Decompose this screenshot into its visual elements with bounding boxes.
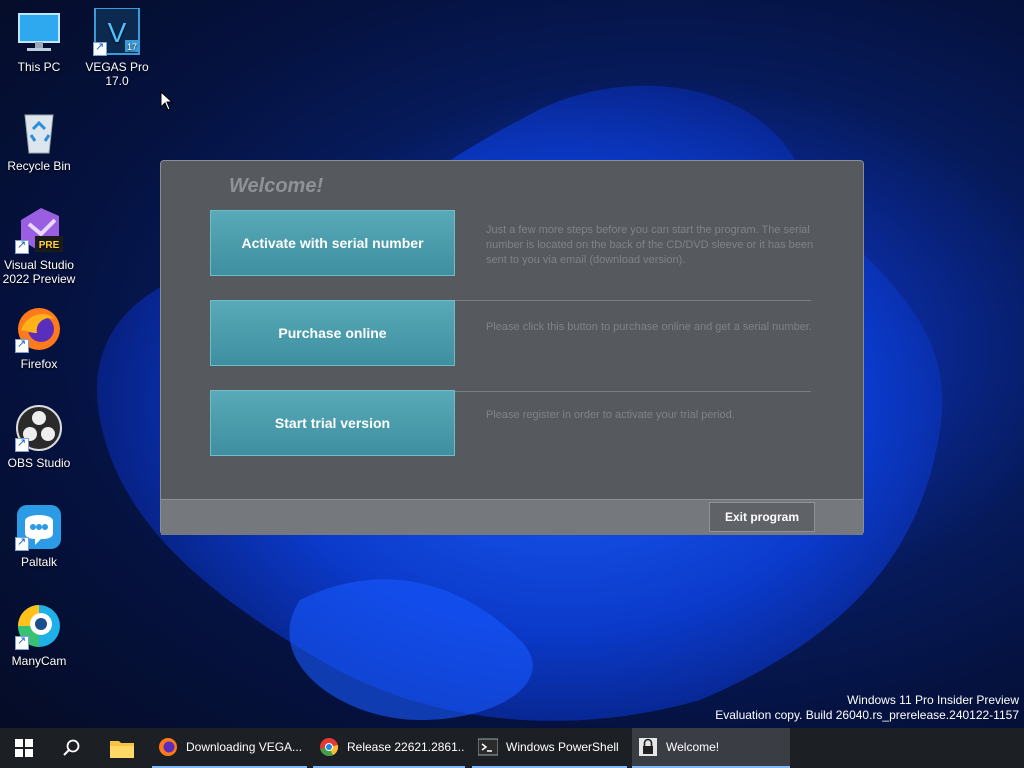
desktop-icon-label: ManyCam xyxy=(11,654,67,668)
windows-watermark: Windows 11 Pro Insider Preview Evaluatio… xyxy=(715,693,1019,723)
watermark-build: Evaluation copy. Build 26040.rs_prerelea… xyxy=(715,708,1019,722)
lock-icon xyxy=(639,738,657,756)
purchase-online-button[interactable]: Purchase online xyxy=(210,300,455,366)
mouse-cursor-icon xyxy=(160,91,174,111)
exit-program-button[interactable]: Exit program xyxy=(709,502,815,532)
taskbar: Downloading VEGA... Release 22621.2861..… xyxy=(0,728,1024,768)
taskbar-app-label: Windows PowerShell xyxy=(506,740,619,754)
desktop-icon-label: VEGAS Pro 17.0 xyxy=(85,60,149,88)
activate-description: Just a few more steps before you can sta… xyxy=(486,224,814,266)
desktop-icon-firefox[interactable]: Firefox xyxy=(0,305,78,371)
paltalk-icon xyxy=(15,503,63,551)
manycam-icon xyxy=(15,602,63,650)
visual-studio-icon: PRE xyxy=(15,206,63,254)
firefox-icon xyxy=(15,305,63,353)
desktop-icon-vegas-pro[interactable]: V17 VEGAS Pro 17.0 xyxy=(78,7,156,88)
desktop-icon-this-pc[interactable]: This PC xyxy=(0,8,78,74)
recycle-bin-icon xyxy=(15,107,63,155)
desktop-icon-visual-studio[interactable]: PRE Visual Studio 2022 Preview xyxy=(0,206,78,286)
shortcut-arrow-icon xyxy=(15,238,29,254)
purchase-description: Please click this button to purchase onl… xyxy=(486,321,812,333)
start-button[interactable] xyxy=(0,728,48,768)
svg-text:PRE: PRE xyxy=(39,240,60,251)
desktop-icon-label: OBS Studio xyxy=(7,456,71,470)
monitor-icon xyxy=(15,8,63,56)
chrome-icon xyxy=(320,738,339,757)
activate-serial-button[interactable]: Activate with serial number xyxy=(210,210,455,276)
file-explorer-button[interactable] xyxy=(98,728,146,768)
taskbar-app-label: Welcome! xyxy=(666,740,720,754)
desktop-icon-label: Visual Studio 2022 Preview xyxy=(2,258,76,286)
shortcut-arrow-icon xyxy=(15,436,29,452)
divider xyxy=(455,391,811,392)
taskbar-app-chrome[interactable]: Release 22621.2861.... xyxy=(313,728,465,768)
desktop-icon-label: Firefox xyxy=(20,357,58,371)
start-trial-button[interactable]: Start trial version xyxy=(210,390,455,456)
desktop-icon-recycle-bin[interactable]: Recycle Bin xyxy=(0,107,78,173)
dialog-footer: Exit program xyxy=(161,499,863,535)
svg-text:V: V xyxy=(108,17,127,48)
welcome-dialog: Welcome! Activate with serial number Jus… xyxy=(160,160,864,535)
search-button[interactable] xyxy=(48,728,96,768)
taskbar-app-label: Downloading VEGA... xyxy=(186,740,303,754)
powershell-icon xyxy=(478,738,498,756)
taskbar-app-powershell[interactable]: Windows PowerShell xyxy=(472,728,627,768)
vegas-pro-icon: V 17 xyxy=(93,7,141,56)
desktop-icon-manycam[interactable]: ManyCam xyxy=(0,602,78,668)
desktop-icon-obs-studio[interactable]: OBS Studio xyxy=(0,404,78,470)
shortcut-arrow-icon xyxy=(15,535,29,551)
shortcut-arrow-icon xyxy=(15,634,29,650)
trial-description: Please register in order to activate you… xyxy=(486,409,735,421)
file-explorer-icon xyxy=(110,741,134,758)
desktop-icon-paltalk[interactable]: Paltalk xyxy=(0,503,78,569)
dialog-title: Welcome! xyxy=(229,175,324,197)
svg-text:17: 17 xyxy=(127,42,137,52)
obs-icon xyxy=(15,404,63,452)
desktop-icon-label: This PC xyxy=(17,60,61,74)
windows-start-icon xyxy=(15,739,33,757)
desktop-icon-label: Recycle Bin xyxy=(7,159,71,173)
divider xyxy=(455,300,811,301)
firefox-icon xyxy=(159,738,177,756)
watermark-edition: Windows 11 Pro Insider Preview xyxy=(847,693,1019,707)
taskbar-app-label: Release 22621.2861.... xyxy=(347,740,465,754)
shortcut-arrow-icon xyxy=(15,337,29,353)
shortcut-arrow-icon xyxy=(93,40,107,56)
desktop-icon-label: Paltalk xyxy=(20,555,58,569)
taskbar-app-firefox[interactable]: Downloading VEGA... xyxy=(152,728,307,768)
taskbar-app-welcome[interactable]: Welcome! xyxy=(632,728,790,768)
search-icon xyxy=(63,739,80,756)
